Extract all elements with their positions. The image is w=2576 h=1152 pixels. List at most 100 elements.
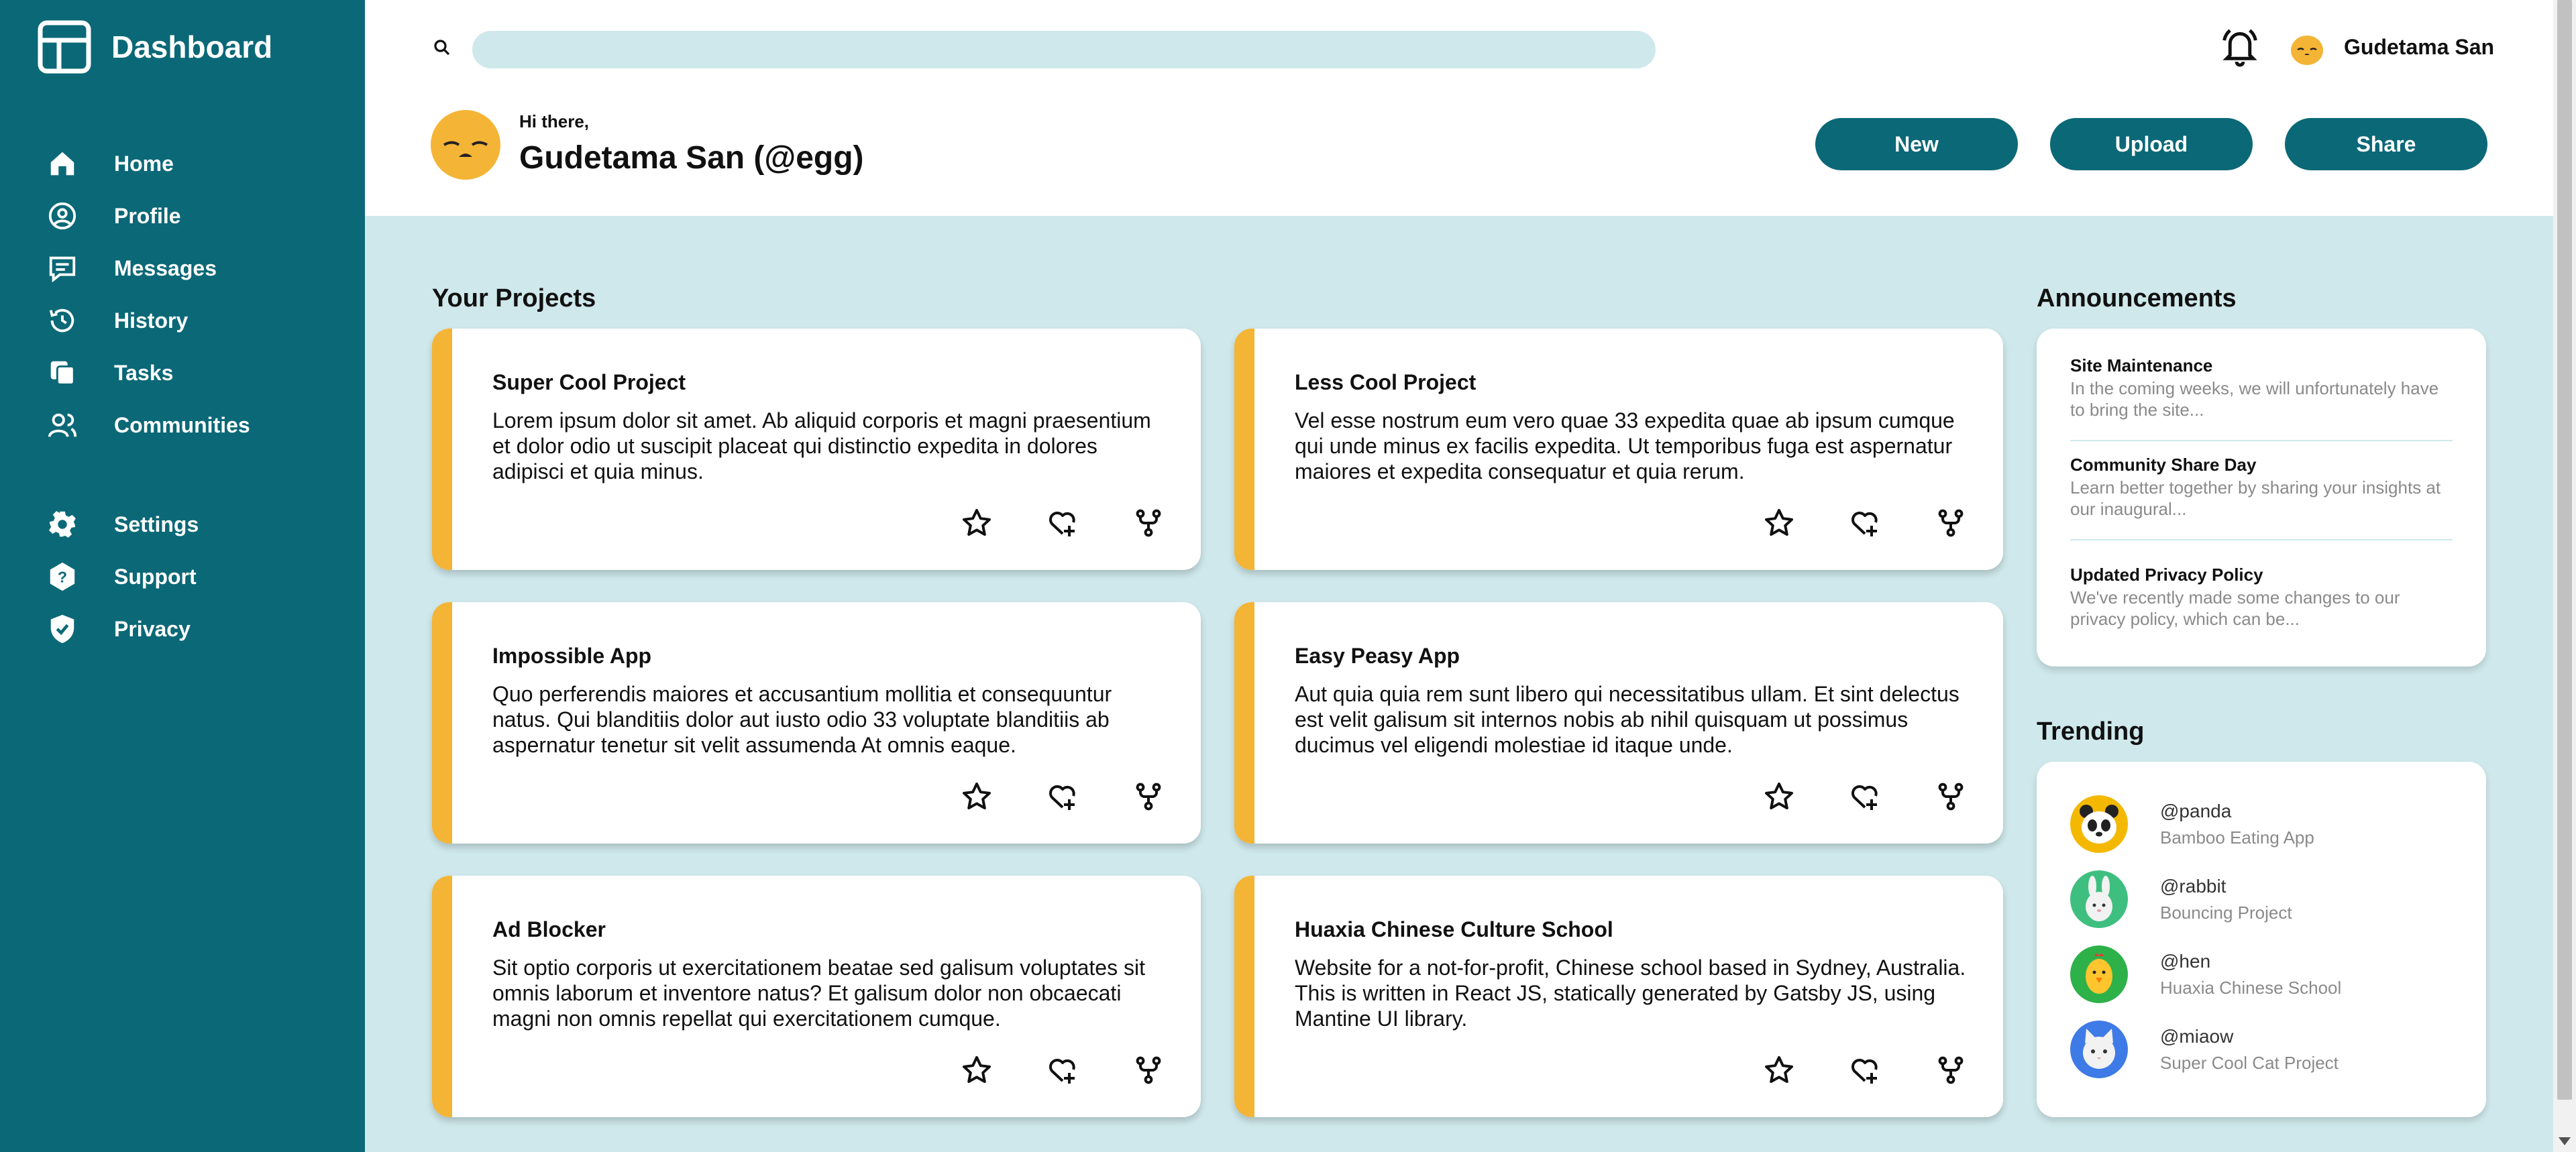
card-accent-stripe <box>432 602 452 844</box>
announcement-text: We've recently made some changes to our … <box>2070 587 2400 629</box>
heart-plus-icon[interactable] <box>1849 781 1881 813</box>
card-actions <box>1763 781 1967 813</box>
announcement-title: Community Share Day <box>2070 455 2257 475</box>
sidebar-item-profile[interactable]: Profile <box>47 190 356 242</box>
project-card[interactable]: Super Cool Project Lorem ipsum dolor sit … <box>432 329 1201 570</box>
upload-button[interactable]: Upload <box>2050 118 2253 170</box>
trending-item[interactable]: @hen Huaxia Chinese School <box>2070 945 2341 1003</box>
trending-item[interactable]: @rabbit Bouncing Project <box>2070 870 2292 928</box>
message-icon <box>49 256 76 283</box>
trending-title: Trending <box>2037 717 2145 746</box>
fork-icon[interactable] <box>1935 781 1967 813</box>
star-icon[interactable] <box>961 1054 993 1086</box>
sidebar-item-communities[interactable]: Communities <box>47 399 356 451</box>
heart-plus-icon[interactable] <box>1849 507 1881 539</box>
scrollbar[interactable] <box>2553 0 2576 1152</box>
brand[interactable]: Dashboard <box>38 20 272 74</box>
search-icon[interactable] <box>432 38 452 58</box>
trending-item[interactable]: @panda Bamboo Eating App <box>2070 795 2314 853</box>
fork-icon[interactable] <box>1935 1054 1967 1086</box>
announcement-item[interactable]: Site Maintenance In the coming weeks, we… <box>2070 355 2453 420</box>
cat-avatar-icon <box>2070 1021 2128 1078</box>
sidebar-item-settings[interactable]: Settings <box>47 498 356 551</box>
heart-plus-icon[interactable] <box>1046 781 1079 813</box>
sidebar-item-privacy[interactable]: Privacy <box>47 603 356 655</box>
trending-handle: @miaow <box>2160 1025 2234 1047</box>
project-card[interactable]: Less Cool Project Vel esse nostrum eum ve… <box>1234 329 2003 570</box>
scrollbar-thumb[interactable] <box>2557 0 2572 1100</box>
sidebar: Dashboard Home Profile Messages History … <box>0 0 365 1152</box>
shield-icon <box>50 614 74 644</box>
announcement-title: Site Maintenance <box>2070 355 2213 376</box>
dashboard-logo-icon <box>38 20 91 74</box>
star-icon[interactable] <box>961 507 993 539</box>
project-card[interactable]: Impossible App Quo perferendis maiores et… <box>432 602 1201 844</box>
project-title: Huaxia Chinese Culture School <box>1295 917 1613 941</box>
fork-icon[interactable] <box>1935 507 1967 539</box>
bell-icon[interactable] <box>2220 25 2260 68</box>
search-input[interactable] <box>472 31 1656 68</box>
hen-avatar-icon <box>2070 945 2128 1003</box>
rabbit-avatar-icon <box>2070 870 2128 928</box>
announcement-text: In the coming weeks, we will unfortunate… <box>2070 378 2439 420</box>
sidebar-main-nav: Home Profile Messages History Tasks Comm… <box>47 137 356 451</box>
announcement-item[interactable]: Community Share Day Learn better togethe… <box>2070 455 2453 520</box>
card-actions <box>961 781 1165 813</box>
sidebar-item-home[interactable]: Home <box>47 137 356 190</box>
scroll-down-icon[interactable] <box>2559 1137 2571 1145</box>
project-title: Easy Peasy App <box>1295 644 1460 668</box>
history-icon <box>49 308 74 333</box>
tasks-icon <box>50 361 75 386</box>
sidebar-item-support[interactable]: ? Support <box>47 551 356 603</box>
sidebar-secondary-nav: Settings ? Support Privacy <box>47 498 356 655</box>
project-card[interactable]: Ad Blocker Sit optio corporis ut exercita… <box>432 876 1201 1117</box>
project-description: Lorem ipsum dolor sit amet. Ab aliquid c… <box>492 408 1151 483</box>
sidebar-item-messages[interactable]: Messages <box>47 242 356 294</box>
announcement-item[interactable]: Updated Privacy Policy We've recently ma… <box>2070 565 2453 630</box>
card-accent-stripe <box>1234 602 1254 844</box>
trending-item[interactable]: @miaow Super Cool Cat Project <box>2070 1021 2339 1078</box>
sidebar-item-label: Communities <box>114 412 250 437</box>
heart-plus-icon[interactable] <box>1849 1054 1881 1086</box>
card-actions <box>1763 1054 1967 1086</box>
fork-icon[interactable] <box>1132 507 1165 539</box>
trending-handle: @hen <box>2160 950 2211 972</box>
card-actions <box>961 1054 1165 1086</box>
project-description: Quo perferendis maiores et accusantium m… <box>492 682 1112 757</box>
sidebar-item-label: Settings <box>114 512 199 536</box>
sidebar-item-history[interactable]: History <box>47 294 356 347</box>
new-button[interactable]: New <box>1815 118 2018 170</box>
share-button[interactable]: Share <box>2285 118 2487 170</box>
announcements-title: Announcements <box>2037 284 2237 312</box>
star-icon[interactable] <box>1763 507 1795 539</box>
trending-project: Super Cool Cat Project <box>2160 1052 2339 1073</box>
app-title: Dashboard <box>111 30 273 64</box>
user-name[interactable]: Gudetama San <box>2344 35 2494 60</box>
sidebar-item-label: Home <box>114 151 174 176</box>
card-actions <box>1763 507 1967 539</box>
project-description: Website for a not-for-profit, Chinese sc… <box>1295 956 1966 1031</box>
sidebar-item-tasks[interactable]: Tasks <box>47 347 356 399</box>
fork-icon[interactable] <box>1132 1054 1165 1086</box>
announcement-text: Learn better together by sharing your in… <box>2070 477 2441 519</box>
home-icon <box>50 152 74 176</box>
star-icon[interactable] <box>961 781 993 813</box>
trending-panel: @panda Bamboo Eating App @rabbit Bouncin… <box>2037 762 2486 1117</box>
project-description: Aut quia quia rem sunt libero qui necess… <box>1295 682 1960 757</box>
project-title: Less Cool Project <box>1295 370 1477 394</box>
sidebar-item-label: Messages <box>114 255 217 280</box>
trending-project: Bouncing Project <box>2160 902 2292 923</box>
project-card[interactable]: Easy Peasy App Aut quia quia rem sunt lib… <box>1234 602 2003 844</box>
fork-icon[interactable] <box>1132 781 1165 813</box>
announcements-panel: Site Maintenance In the coming weeks, we… <box>2037 329 2486 667</box>
avatar[interactable] <box>2290 32 2324 66</box>
heart-plus-icon[interactable] <box>1046 1054 1079 1086</box>
project-card[interactable]: Huaxia Chinese Culture School Website for… <box>1234 876 2003 1117</box>
trending-handle: @rabbit <box>2160 875 2226 897</box>
project-title: Super Cool Project <box>492 370 686 394</box>
heart-plus-icon[interactable] <box>1046 507 1079 539</box>
card-accent-stripe <box>1234 876 1254 1117</box>
gear-icon <box>49 511 76 538</box>
star-icon[interactable] <box>1763 1054 1795 1086</box>
star-icon[interactable] <box>1763 781 1795 813</box>
